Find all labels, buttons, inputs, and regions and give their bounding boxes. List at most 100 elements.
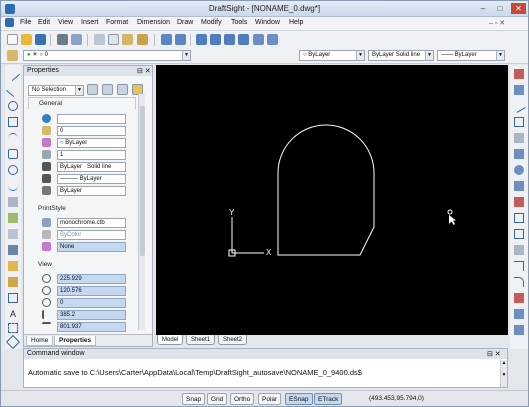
maximize-button[interactable]: □: [494, 3, 506, 14]
close-button[interactable]: ✕: [511, 3, 526, 14]
menu-modify[interactable]: Modify: [198, 18, 225, 27]
tab-properties[interactable]: Properties: [54, 336, 97, 346]
document-icon[interactable]: [5, 18, 14, 27]
grid-toggle[interactable]: Grid: [207, 393, 228, 405]
infinite-line-icon[interactable]: [5, 82, 21, 98]
text-icon[interactable]: A: [8, 309, 18, 319]
region-icon[interactable]: [8, 229, 18, 239]
layer-manager-icon[interactable]: [7, 50, 18, 61]
prop-transparency[interactable]: ByLayer: [57, 186, 126, 196]
zoom-icon[interactable]: [210, 34, 221, 45]
prop-center-z[interactable]: 0: [57, 298, 126, 308]
polygon-icon[interactable]: [8, 149, 18, 159]
prop-color[interactable]: ○ ByLayer: [57, 138, 126, 148]
pattern-icon[interactable]: [514, 133, 524, 143]
quick-select-icon[interactable]: [117, 84, 128, 95]
join-icon[interactable]: [514, 309, 524, 319]
undo-icon[interactable]: [161, 34, 172, 45]
toggle-pickadd-icon[interactable]: [87, 84, 98, 95]
esnap-toggle[interactable]: ESnap: [285, 393, 313, 405]
trim-icon[interactable]: [514, 213, 524, 223]
menu-view[interactable]: View: [55, 18, 76, 27]
view-section[interactable]: View: [28, 259, 136, 271]
menu-edit[interactable]: Edit: [35, 18, 53, 27]
prop-width[interactable]: 801.937: [57, 322, 126, 332]
extend-icon[interactable]: [514, 229, 524, 239]
wipeout-icon[interactable]: [5, 334, 21, 350]
zoom-fit-icon[interactable]: [238, 34, 249, 45]
prop-linestyle[interactable]: ByLayer Solid line: [57, 162, 126, 172]
fillet-icon[interactable]: [514, 277, 524, 287]
menu-format[interactable]: Format: [103, 18, 131, 27]
ellipse-icon[interactable]: [8, 165, 18, 175]
prop-lineweight[interactable]: ——— ByLayer: [57, 174, 126, 184]
redo-icon[interactable]: [175, 34, 186, 45]
match-properties-icon[interactable]: [137, 34, 148, 45]
prop-plot-attached[interactable]: None: [57, 242, 126, 252]
spline-icon[interactable]: [8, 181, 18, 191]
table-icon[interactable]: [8, 277, 18, 287]
lineweight-select[interactable]: —— ByLayer ▼: [437, 50, 505, 61]
ortho-toggle[interactable]: Ortho: [230, 393, 255, 405]
printstyle-section[interactable]: PrintStyle: [28, 203, 136, 215]
save-icon[interactable]: [35, 34, 46, 45]
paste-icon[interactable]: [122, 34, 133, 45]
print-icon[interactable]: [57, 34, 68, 45]
chamfer-icon[interactable]: [514, 261, 524, 271]
tab-sheet1[interactable]: Sheet1: [186, 335, 216, 345]
selection-select[interactable]: No Selection ▼: [28, 85, 84, 96]
command-scrollbar[interactable]: ▲ ▼: [500, 360, 507, 387]
redraw-icon[interactable]: [267, 34, 278, 45]
pan-icon[interactable]: [196, 34, 207, 45]
menu-tools[interactable]: Tools: [228, 18, 250, 27]
scale-entity-icon[interactable]: [514, 181, 524, 191]
new-icon[interactable]: [7, 34, 18, 45]
menu-window[interactable]: Window: [252, 18, 283, 27]
menu-help[interactable]: Help: [286, 18, 306, 27]
point-icon[interactable]: [8, 293, 18, 303]
copy-entity-icon[interactable]: [514, 85, 524, 95]
hatch-icon[interactable]: [8, 213, 18, 223]
menu-file[interactable]: File: [17, 18, 34, 27]
menu-dimension[interactable]: Dimension: [134, 18, 173, 27]
prop-layer[interactable]: 0: [57, 126, 126, 136]
properties-scrollbar[interactable]: [138, 94, 145, 330]
tab-model[interactable]: Model: [157, 335, 184, 345]
edit-polyline-icon[interactable]: [514, 325, 524, 335]
prop-printstyle-table[interactable]: monochrome.ctb: [57, 218, 126, 228]
zoom-window-icon[interactable]: [224, 34, 235, 45]
mirror-icon[interactable]: [512, 99, 526, 113]
menu-insert[interactable]: Insert: [78, 18, 102, 27]
menu-draw[interactable]: Draw: [174, 18, 196, 27]
stretch-icon[interactable]: [514, 197, 524, 207]
panel-pin-close[interactable]: ⊟ ✕: [137, 67, 151, 75]
cut-icon[interactable]: [94, 34, 105, 45]
arc-icon[interactable]: [8, 133, 18, 143]
layer-select[interactable]: ● ☀ ○ 0 ▼: [23, 50, 191, 61]
revision-cloud-icon[interactable]: [8, 323, 18, 333]
prop-scale[interactable]: 1: [57, 150, 126, 160]
prop-center-y[interactable]: 120.576: [57, 286, 126, 296]
move-icon[interactable]: [514, 149, 524, 159]
color-select[interactable]: ○ ByLayer ▼: [299, 50, 365, 61]
minimize-button[interactable]: –: [477, 3, 489, 14]
line-icon[interactable]: [5, 66, 21, 82]
offset-icon[interactable]: [514, 117, 524, 127]
tab-sheet2[interactable]: Sheet2: [218, 335, 248, 345]
insert-block-icon[interactable]: [8, 261, 18, 271]
explode-icon[interactable]: [514, 293, 524, 303]
select-objects-icon[interactable]: [102, 84, 113, 95]
copy-icon[interactable]: [108, 34, 119, 45]
general-section[interactable]: General: [28, 97, 136, 109]
prop-value[interactable]: [57, 114, 126, 124]
drawing-canvas[interactable]: Y X: [156, 65, 508, 335]
circle-icon[interactable]: [8, 101, 18, 111]
command-pin-close[interactable]: ⊟ ✕: [487, 350, 501, 358]
snap-toggle[interactable]: Snap: [182, 393, 206, 405]
prop-center-x[interactable]: 225.929: [57, 274, 126, 284]
prop-printstyle[interactable]: ByColor: [57, 230, 126, 240]
rectangle-icon[interactable]: [8, 117, 18, 127]
arched-shape[interactable]: [277, 124, 375, 256]
prop-height[interactable]: 385.2: [57, 310, 126, 320]
scroll-thumb[interactable]: [140, 106, 145, 256]
